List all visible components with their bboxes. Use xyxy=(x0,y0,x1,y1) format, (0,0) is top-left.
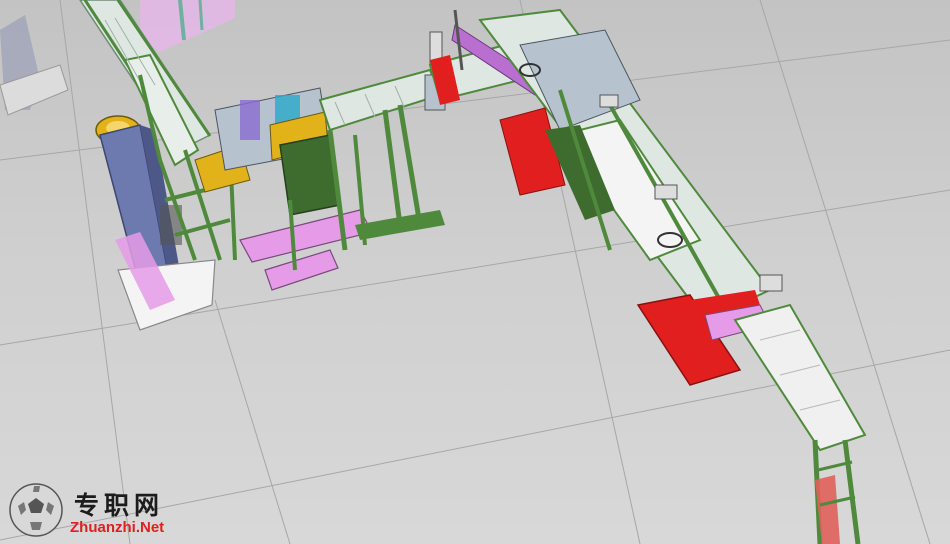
watermark-title: 专职网 xyxy=(74,491,165,520)
watermark-url: Zhuanzhi.Net xyxy=(70,519,165,536)
right-processing-line[interactable] xyxy=(478,8,783,322)
cad-3d-viewport[interactable]: 专职网 Zhuanzhi.Net xyxy=(0,0,950,544)
zhuanzhi-watermark: 专职网 Zhuanzhi.Net xyxy=(6,480,196,540)
outfeed-conveyor[interactable] xyxy=(733,303,867,544)
soccer-ball-globe-icon xyxy=(9,483,63,537)
assembly-model-view[interactable] xyxy=(0,0,950,544)
